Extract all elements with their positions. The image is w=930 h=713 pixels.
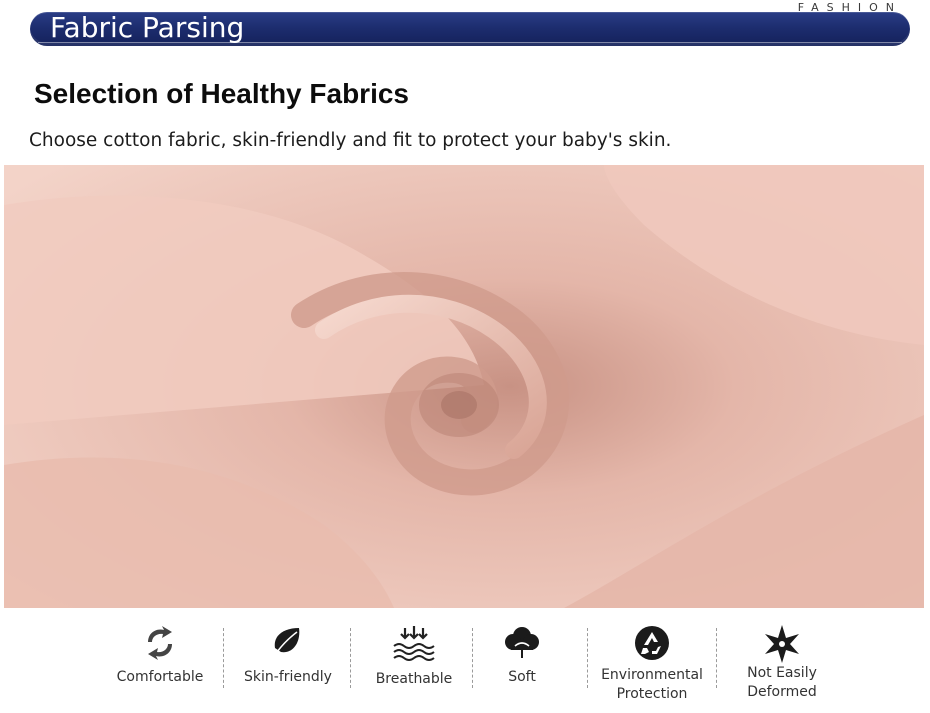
- feature-label: Not Easily Deformed: [747, 665, 817, 700]
- recycle-icon: [592, 624, 712, 664]
- page-subheading: Choose cotton fabric, skin-friendly and …: [29, 130, 672, 151]
- banner-title: Fabric Parsing: [50, 12, 245, 44]
- star-icon: [722, 624, 842, 664]
- feature-label: Comfortable: [116, 669, 204, 685]
- breathable-waves-icon: [354, 624, 474, 664]
- leaf-icon: [228, 624, 348, 664]
- feature-label: Skin-friendly: [244, 669, 332, 685]
- feature-skin-friendly: Skin-friendly: [228, 620, 348, 710]
- feature-divider: [350, 628, 351, 688]
- feature-divider: [223, 628, 224, 688]
- feature-divider: [587, 628, 588, 688]
- feature-row: Comfortable Skin-friendly Breathable Sof…: [100, 620, 830, 710]
- fabric-photo: [4, 165, 924, 608]
- cloud-icon: [462, 624, 582, 664]
- feature-label: Environmental Protection: [601, 667, 703, 702]
- feature-breathable: Breathable: [354, 620, 474, 710]
- feature-divider: [716, 628, 717, 688]
- feature-not-easily-deformed: Not Easily Deformed: [722, 620, 842, 710]
- feature-comfortable: Comfortable: [100, 620, 220, 710]
- section-banner: Fabric Parsing: [30, 12, 910, 46]
- page-heading: Selection of Healthy Fabrics: [34, 78, 409, 109]
- feature-environmental-protection: Environmental Protection: [592, 620, 712, 710]
- feature-soft: Soft: [462, 620, 582, 710]
- feature-label: Soft: [508, 669, 536, 685]
- recycle-arrows-icon: [100, 624, 220, 664]
- feature-label: Breathable: [375, 671, 453, 687]
